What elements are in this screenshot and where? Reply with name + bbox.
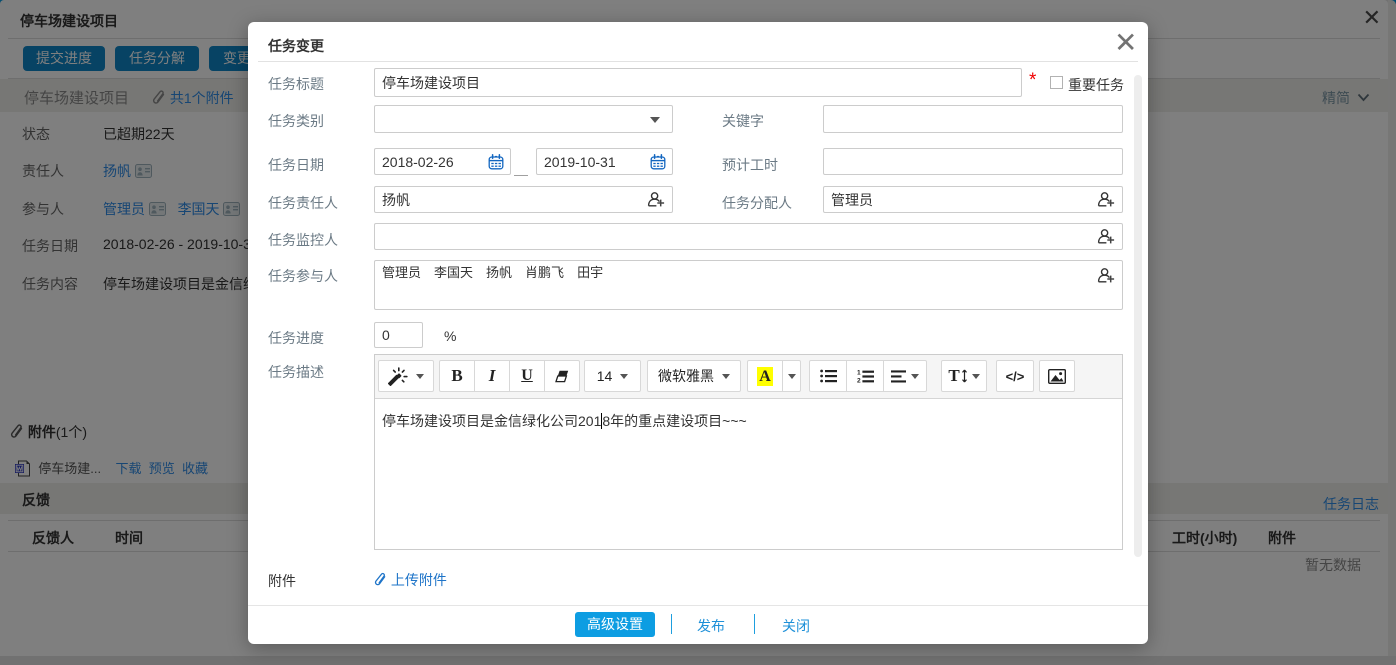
svg-text:1: 1 xyxy=(857,369,861,376)
svg-text:2: 2 xyxy=(857,377,861,383)
